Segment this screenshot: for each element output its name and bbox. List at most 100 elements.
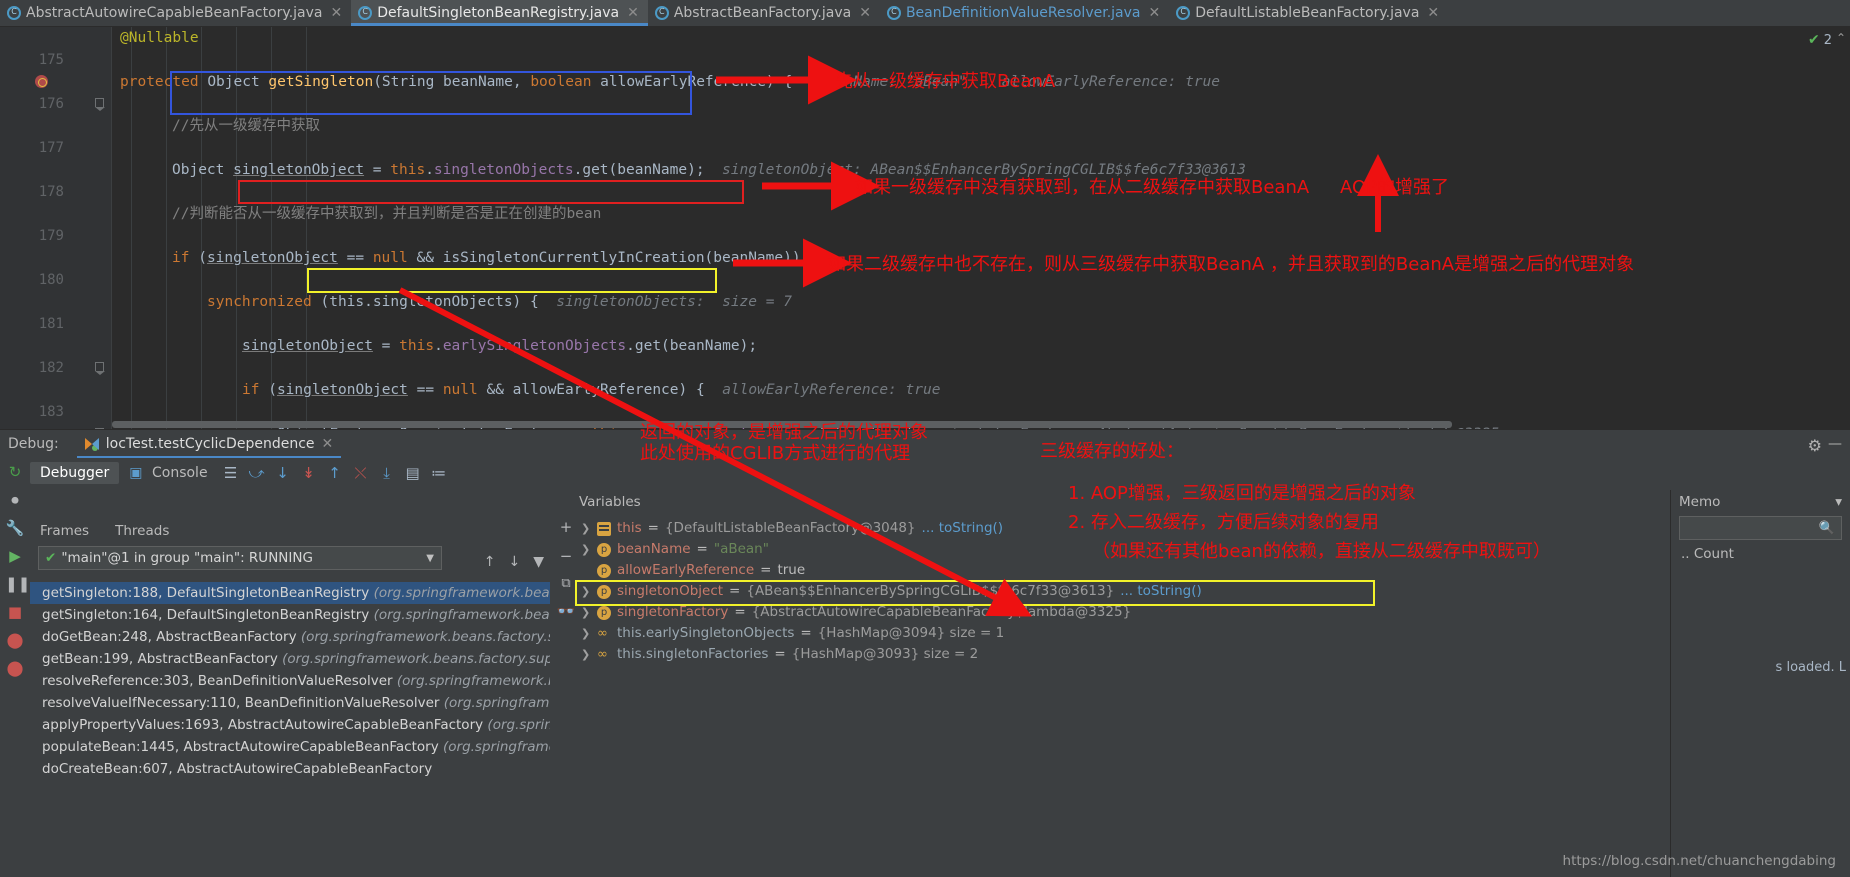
chevron-down-icon[interactable]: ▾ — [1835, 494, 1842, 510]
frame-row[interactable]: getSingleton:188, DefaultSingletonBeanRe… — [30, 582, 550, 604]
thread-selector[interactable]: ✔ "main"@1 in group "main": RUNNING ▼ — [38, 546, 442, 570]
settings-list-icon[interactable]: ≔ — [426, 462, 452, 484]
code-lines[interactable]: 175 @Nullable 176 protected Object getSi… — [0, 27, 1850, 429]
frame-row[interactable]: applyPropertyValues:1693, AbstractAutowi… — [30, 714, 550, 736]
pause-icon[interactable]: ❚❚ — [5, 574, 30, 594]
move-up-icon[interactable]: ↑ — [484, 554, 496, 570]
editor-tab-1[interactable]: DefaultSingletonBeanRegistry.java ✕ — [351, 0, 648, 26]
variable-row[interactable]: ❯ ∞ this.singletonFactories = {HashMap@3… — [579, 644, 1670, 665]
editor-tab-label: BeanDefinitionValueResolver.java — [905, 5, 1141, 21]
close-icon[interactable]: ✕ — [322, 436, 334, 452]
step-out-icon[interactable]: ↑ — [322, 462, 348, 484]
line-number: 178 — [38, 184, 64, 200]
debug-session-tab[interactable]: locTest.testCyclicDependence ✕ — [75, 430, 343, 459]
editor-tab-2[interactable]: AbstractBeanFactory.java ✕ — [648, 0, 880, 26]
frame-method: applyPropertyValues:1693, AbstractAutowi… — [42, 717, 484, 733]
frame-row[interactable]: resolveReference:303, BeanDefinitionValu… — [30, 670, 550, 692]
memo-search-field[interactable]: 🔍 — [1679, 516, 1842, 540]
frame-row[interactable]: populateBean:1445, AbstractAutowireCapab… — [30, 736, 550, 758]
resume-icon[interactable]: ▶ — [5, 546, 25, 566]
variable-rows[interactable]: ❯ this = {DefaultListableBeanFactory@304… — [575, 518, 1670, 665]
editor-warning-badge[interactable]: ✔ 2 — [1808, 32, 1832, 48]
parameter-icon: p — [597, 563, 611, 578]
code-line[interactable]: 179 //判断能否从一级缓存中获取到，并且判断是否是正在创建的bean — [0, 203, 1850, 244]
watches-icon[interactable]: 👓 — [557, 602, 576, 620]
chevron-right-icon[interactable]: ❯ — [581, 581, 591, 602]
frame-list[interactable]: getSingleton:188, DefaultSingletonBeanRe… — [30, 582, 550, 877]
add-watch-icon[interactable]: + — [560, 518, 573, 536]
step-into-icon[interactable]: ↓ — [270, 462, 296, 484]
filter-icon[interactable]: ▼ — [533, 554, 544, 570]
close-icon[interactable]: ✕ — [1148, 6, 1160, 20]
frame-method: getSingleton:188, DefaultSingletonBeanRe… — [42, 585, 370, 601]
frames-header-label[interactable]: Frames — [40, 523, 89, 539]
editor-tab-4[interactable]: DefaultListableBeanFactory.java ✕ — [1169, 0, 1448, 26]
chevron-right-icon[interactable]: ❯ — [581, 623, 591, 644]
code-editor[interactable]: 175 @Nullable 176 protected Object getSi… — [0, 27, 1850, 429]
variable-row[interactable]: ❯ p beanName = "aBean" — [579, 539, 1670, 560]
chevron-right-icon[interactable]: ❯ — [581, 602, 591, 623]
frame-row[interactable]: resolveValueIfNecessary:110, BeanDefinit… — [30, 692, 550, 714]
variable-row-singleton-object[interactable]: ❯ p singletonObject = {ABean$$EnhancerBy… — [575, 580, 1670, 606]
chevron-up-icon[interactable]: ⌃ — [1836, 31, 1846, 45]
gear-icon[interactable]: ⚙ — [1808, 436, 1822, 455]
code-line[interactable]: 183 if (singletonObject == null && allow… — [0, 379, 1850, 420]
tostring-link[interactable]: ... toString() — [922, 518, 1004, 539]
breakpoint-icon[interactable] — [35, 75, 48, 88]
settings-wrench-icon[interactable]: 🔧 — [5, 518, 25, 538]
rerun-icon[interactable]: ↻ — [5, 462, 25, 482]
chevron-right-icon[interactable]: ❯ — [581, 518, 591, 539]
close-icon[interactable]: ✕ — [330, 6, 342, 20]
copy-icon[interactable]: ⧉ — [561, 576, 570, 591]
code-line[interactable]: 177 //先从一级缓存中获取 — [0, 115, 1850, 156]
threads-header-label[interactable]: Threads — [115, 523, 169, 539]
variable-name: singletonFactory — [617, 604, 729, 620]
stop-icon[interactable]: ■ — [5, 602, 25, 622]
mute-breakpoints-icon[interactable]: ⬤ — [5, 630, 25, 650]
code-line[interactable]: 178 Object singletonObject = this.single… — [0, 159, 1850, 200]
chevron-down-icon[interactable]: ▼ — [426, 553, 434, 564]
editor-horizontal-scrollbar[interactable] — [112, 421, 1452, 428]
editor-tab-3[interactable]: BeanDefinitionValueResolver.java ✕ — [880, 0, 1169, 26]
move-down-icon[interactable]: ↓ — [508, 554, 520, 570]
frame-row[interactable]: getBean:199, AbstractBeanFactory (org.sp… — [30, 648, 550, 670]
view-breakpoints-icon[interactable]: ⬤ — [5, 658, 25, 678]
frame-row[interactable]: doGetBean:248, AbstractBeanFactory (org.… — [30, 626, 550, 648]
evaluate-expression-icon[interactable]: ▤ — [400, 462, 426, 484]
remove-watch-icon[interactable]: − — [560, 547, 573, 565]
tab-console[interactable]: ▣ Console — [119, 462, 217, 484]
chevron-right-icon[interactable]: ❯ — [581, 644, 591, 665]
variable-row[interactable]: ❯ this = {DefaultListableBeanFactory@304… — [579, 518, 1670, 539]
step-over-icon[interactable]: ⤻ — [244, 462, 270, 484]
frame-row[interactable]: getSingleton:164, DefaultSingletonBeanRe… — [30, 604, 550, 626]
chevron-right-icon[interactable]: ❯ — [581, 539, 591, 560]
frames-headers: Frames Threads — [30, 520, 550, 544]
close-icon[interactable]: ✕ — [627, 6, 639, 20]
variable-row[interactable]: ❯ p singletonFactory = {AbstractAutowire… — [579, 602, 1670, 623]
force-step-into-icon[interactable]: ↡ — [296, 462, 322, 484]
layout-settings-icon[interactable]: ☰ — [218, 462, 244, 484]
drop-frame-icon[interactable]: ⤬ — [348, 462, 374, 484]
code-line[interactable]: 182 singletonObject = this.earlySingleto… — [0, 335, 1850, 376]
editor-tab-label: AbstractAutowireCapableBeanFactory.java — [26, 5, 323, 21]
fold-icon[interactable] — [95, 98, 106, 111]
run-to-cursor-icon[interactable]: ⤓ — [374, 462, 400, 484]
frame-method: resolveValueIfNecessary:110, BeanDefinit… — [42, 695, 440, 711]
tostring-link[interactable]: ... toString() — [1120, 581, 1202, 602]
search-icon[interactable]: 🔍 — [1819, 521, 1835, 536]
editor-tab-0[interactable]: AbstractAutowireCapableBeanFactory.java … — [0, 0, 351, 26]
code-line[interactable]: 181 synchronized (this.singletonObjects)… — [0, 291, 1850, 429]
frame-row[interactable]: doCreateBean:607, AbstractAutowireCapabl… — [30, 758, 550, 780]
fold-icon[interactable] — [95, 362, 106, 375]
code-line[interactable]: 176 protected Object getSingleton(String… — [0, 71, 1850, 112]
resume-program-icon[interactable]: ⏺ — [5, 490, 25, 510]
equals-sign: = — [734, 604, 746, 620]
code-line[interactable]: 180 if (singletonObject == null && isSin… — [0, 247, 1850, 375]
variable-row[interactable]: p allowEarlyReference = true — [579, 560, 1670, 581]
close-icon[interactable]: ✕ — [859, 6, 871, 20]
minimize-icon[interactable]: — — [1828, 436, 1842, 452]
variable-row[interactable]: ❯ ∞ this.earlySingletonObjects = {HashMa… — [579, 623, 1670, 644]
close-icon[interactable]: ✕ — [1427, 6, 1439, 20]
code-line[interactable]: 175 @Nullable — [0, 27, 1850, 68]
tab-debugger[interactable]: Debugger — [30, 462, 120, 484]
